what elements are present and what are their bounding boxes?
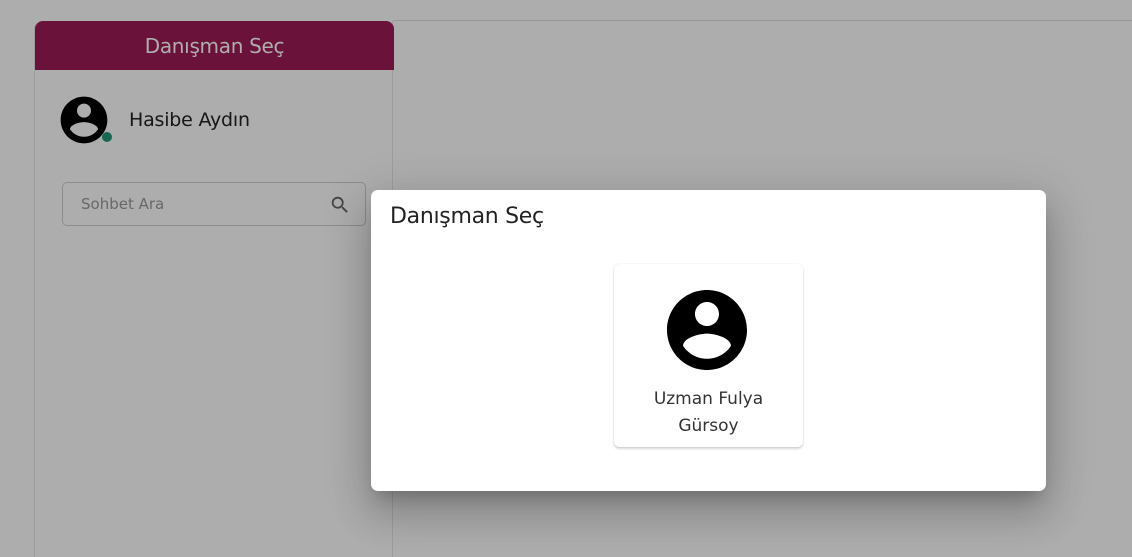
account-circle-icon: [667, 290, 747, 370]
consultant-name: Uzman Fulya Gürsoy: [653, 389, 764, 436]
dialog-title: Danışman Seç: [390, 204, 544, 229]
app-page: Danışman Seç Hasibe Aydın Danışman Seç U: [0, 0, 1132, 557]
consultant-card[interactable]: Uzman Fulya Gürsoy: [614, 264, 803, 447]
select-consultant-dialog: Danışman Seç Uzman Fulya Gürsoy: [371, 190, 1046, 491]
